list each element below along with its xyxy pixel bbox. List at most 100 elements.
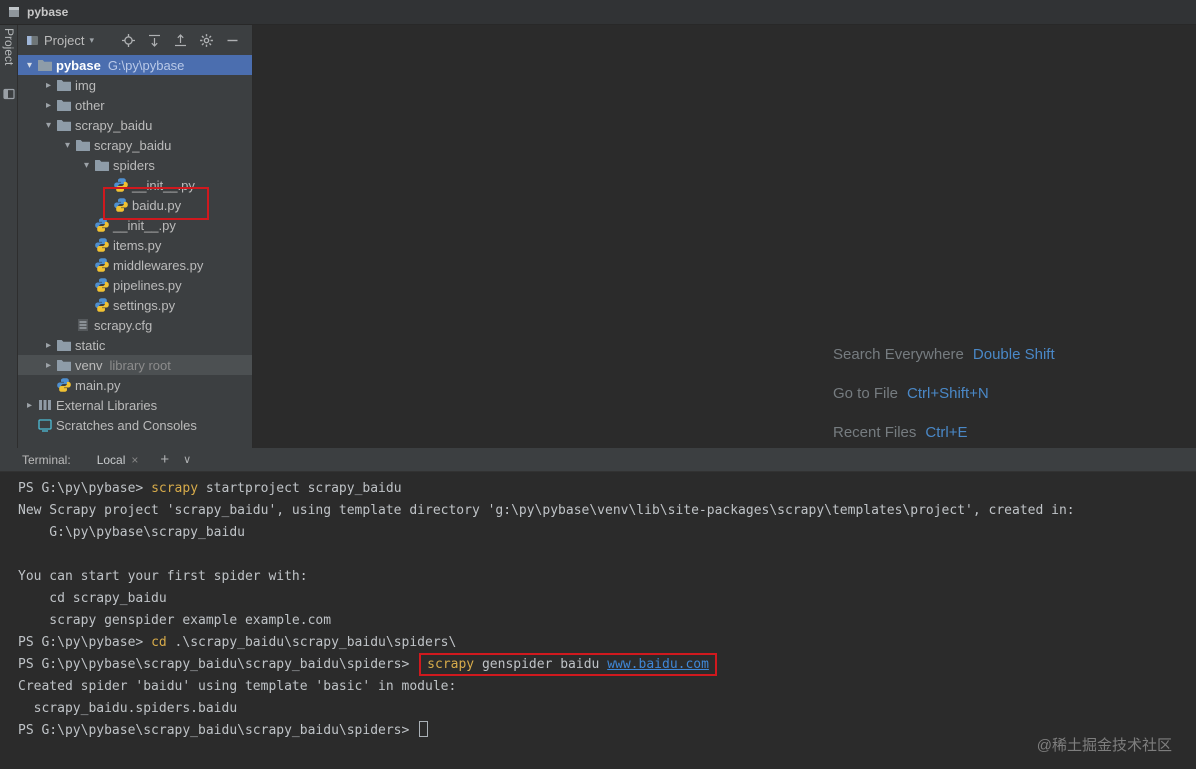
toolwindow-icon[interactable] [3, 87, 15, 105]
chevron-right-icon[interactable]: ▸ [41, 80, 56, 91]
tree-item-label: Scratches and Consoles [56, 417, 197, 433]
folder-icon [56, 97, 74, 113]
app-icon [8, 6, 20, 18]
tree-item-middlewares-py[interactable]: middlewares.py [18, 255, 252, 275]
python-icon [94, 257, 112, 273]
tree-item-static[interactable]: ▸ static [18, 335, 252, 355]
tree-item-venv[interactable]: ▸ venv library root [18, 355, 252, 375]
tree-item-label: scrapy_baidu [75, 117, 153, 133]
editor-shortcut-hints: Search Everywhere Double Shift Go to File C… [833, 335, 1055, 452]
tree-item-img[interactable]: ▸ img [18, 75, 252, 95]
tree-item-init-py[interactable]: __init__.py [18, 215, 252, 235]
python-icon [94, 217, 112, 233]
window-title: pybase [27, 5, 69, 19]
chevron-down-icon[interactable]: ▾ [41, 120, 56, 131]
chevron-right-icon[interactable]: ▸ [41, 340, 56, 351]
tree-item-label: spiders [113, 157, 155, 173]
annotation-box-command: scrapy genspider baidu www.baidu.com [419, 653, 717, 676]
scratches-icon [37, 417, 55, 433]
tree-item-label: middlewares.py [113, 257, 204, 273]
tree-item-main-py[interactable]: main.py [18, 375, 252, 395]
close-icon[interactable]: × [131, 453, 138, 467]
terminal-text: New Scrapy project 'scrapy_baidu', using… [18, 503, 1075, 518]
terminal-text: cd [151, 635, 167, 650]
folder-icon [56, 77, 74, 93]
python-icon [113, 197, 131, 213]
shortcut-label: Recent Files [833, 424, 917, 441]
terminal-cursor [419, 721, 429, 737]
terminal-text: PS G:\py\pybase\scrapy_baidu\scrapy_baid… [18, 723, 418, 738]
tree-item-label: items.py [113, 237, 162, 253]
terminal-line: You can start your first spider with: [18, 566, 1196, 588]
chevron-right-icon[interactable]: ▸ [41, 100, 56, 111]
tree-item-items-py[interactable]: items.py [18, 235, 252, 255]
tree-item-label: other [75, 97, 105, 113]
folder-icon [56, 337, 74, 353]
terminal-text: PS G:\py\pybase> [18, 635, 152, 650]
shortcut-hint: Recent Files Ctrl+E [833, 413, 1055, 452]
tree-item-pipelines-py[interactable]: pipelines.py [18, 275, 252, 295]
terminal-text: scrapy [151, 481, 199, 496]
expand-all-icon[interactable] [147, 33, 162, 48]
collapse-all-icon[interactable] [173, 33, 188, 48]
chevron-right-icon[interactable]: ▸ [22, 400, 37, 411]
tree-item-label: img [75, 77, 96, 93]
terminal-text: You can start your first spider with: [18, 569, 308, 584]
project-toolbar: Project ▾ [18, 25, 252, 55]
terminal-text: G:\py\pybase\scrapy_baidu [18, 525, 245, 540]
tree-item-baidu-py[interactable]: baidu.py [18, 195, 252, 215]
chevron-down-icon[interactable]: ∨ [183, 453, 191, 466]
tree-item-label: pybase [56, 57, 101, 73]
terminal-link[interactable]: www.baidu.com [607, 657, 709, 672]
tree-item-label: main.py [75, 377, 121, 393]
chevron-down-icon: ▾ [89, 34, 94, 45]
tree-item-scratches-and-consoles[interactable]: Scratches and Consoles [18, 415, 252, 435]
folder-icon [56, 357, 74, 373]
terminal-output[interactable]: PS G:\py\pybase> scrapy startproject scr… [0, 473, 1196, 769]
terminal-tab-local[interactable]: Local × [97, 453, 139, 467]
chevron-down-icon[interactable]: ▾ [22, 60, 37, 71]
library-icon [37, 397, 55, 413]
left-toolwindow-strip: Project [0, 25, 18, 448]
tree-item-external-libraries[interactable]: ▸ External Libraries [18, 395, 252, 415]
folder-icon [75, 137, 93, 153]
chevron-right-icon[interactable]: ▸ [41, 360, 56, 371]
locate-icon[interactable] [121, 33, 136, 48]
hide-icon[interactable] [225, 33, 240, 48]
new-terminal-icon[interactable]: + [160, 451, 169, 468]
tree-item-label: __init__.py [113, 217, 176, 233]
tree-item-other[interactable]: ▸ other [18, 95, 252, 115]
project-view-selector[interactable]: Project ▾ [26, 33, 94, 48]
tree-item-init-py[interactable]: __init__.py [18, 175, 252, 195]
project-view-label: Project [44, 32, 85, 48]
chevron-down-icon[interactable]: ▾ [60, 140, 75, 151]
tree-item-settings-py[interactable]: settings.py [18, 295, 252, 315]
tree-item-label: scrapy_baidu [94, 137, 172, 153]
project-toolwindow-button[interactable]: Project [2, 28, 16, 65]
tree-item-scrapy-cfg[interactable]: scrapy.cfg [18, 315, 252, 335]
project-view-icon [27, 35, 38, 45]
terminal-text: PS G:\py\pybase> [18, 481, 152, 496]
python-icon [56, 377, 74, 393]
folder-icon [56, 117, 74, 133]
project-toolbar-icons [121, 33, 244, 48]
settings-icon[interactable] [199, 33, 214, 48]
terminal-text: scrapy genspider example example.com [18, 613, 332, 628]
terminal-text: Created spider 'baidu' using template 'b… [18, 679, 457, 694]
terminal-line: PS G:\py\pybase\scrapy_baidu\scrapy_baid… [18, 720, 1196, 742]
tree-item-scrapy-baidu[interactable]: ▾ scrapy_baidu [18, 135, 252, 155]
tree-item-hint: library root [109, 357, 171, 373]
terminal-line: New Scrapy project 'scrapy_baidu', using… [18, 500, 1196, 522]
terminal-text: genspider baidu [474, 657, 608, 672]
chevron-down-icon[interactable]: ▾ [79, 160, 94, 171]
shortcut-hint: Go to File Ctrl+Shift+N [833, 374, 1055, 413]
terminal-line: cd scrapy_baidu [18, 588, 1196, 610]
title-bar: pybase [0, 0, 1196, 25]
tree-item-spiders[interactable]: ▾ spiders [18, 155, 252, 175]
tree-item-scrapy-baidu[interactable]: ▾ scrapy_baidu [18, 115, 252, 135]
tree-item-hint: G:\py\pybase [107, 57, 185, 73]
terminal-line: PS G:\py\pybase\scrapy_baidu\scrapy_baid… [18, 653, 1196, 676]
terminal-text: cd scrapy_baidu [18, 591, 167, 606]
project-tree: ▾ pybase G:\py\pybase ▸ img ▸ other ▾ scrapy_bai… [18, 55, 252, 448]
tree-item-pybase[interactable]: ▾ pybase G:\py\pybase [18, 55, 252, 75]
